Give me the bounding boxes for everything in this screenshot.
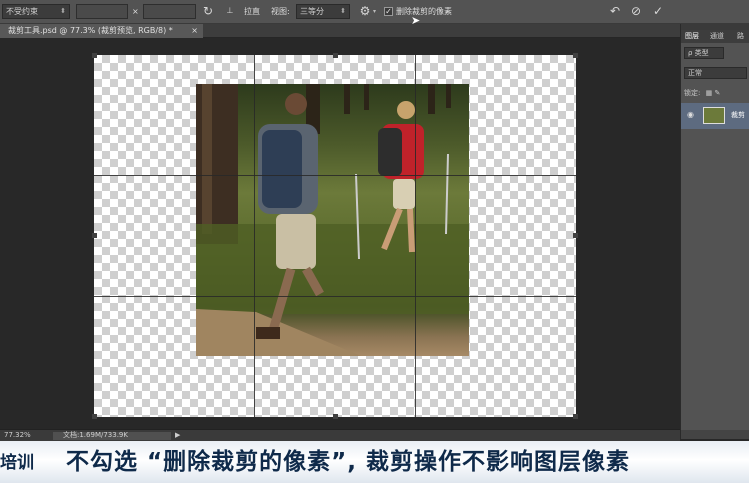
- crop-grid-line: [254, 55, 255, 417]
- hiking-photo-art: [196, 84, 469, 356]
- hiking-photo: [196, 84, 469, 356]
- crop-handle-left[interactable]: [92, 233, 97, 238]
- caption-text: 不勾选 “删除裁剪的像素”, 裁剪操作不影响图层像素: [66, 449, 630, 475]
- chevron-down-icon: ⬍: [340, 7, 346, 15]
- kind-filter-value: ρ 类型: [688, 49, 709, 57]
- lock-row: 锁定: ▦ ✎: [684, 87, 720, 99]
- crop-handle-right[interactable]: [573, 233, 578, 238]
- gear-dropdown-icon[interactable]: ▾: [373, 8, 376, 15]
- visibility-eye-icon[interactable]: ◉: [687, 110, 694, 119]
- lock-paint-icon[interactable]: ✎: [714, 89, 720, 97]
- crop-handle-bottom-right[interactable]: [573, 414, 578, 419]
- status-menu-arrow-icon[interactable]: ▶: [175, 430, 180, 441]
- zoom-level[interactable]: 77.32%: [4, 430, 31, 441]
- crop-grid-line: [94, 175, 576, 176]
- tab-paths[interactable]: 路: [737, 30, 744, 43]
- panel-tabs: 图层 通道 路: [681, 30, 749, 43]
- times-sign: ×: [132, 7, 139, 16]
- view-select[interactable]: 三等分 ⬍: [296, 4, 350, 19]
- crop-handle-top-right[interactable]: [573, 53, 578, 58]
- panel-footer: [681, 430, 749, 439]
- undo-icon[interactable]: ↶: [607, 3, 623, 19]
- view-label: 视图:: [271, 7, 290, 16]
- layer-row[interactable]: ◉ 裁剪: [681, 103, 749, 129]
- document-tab[interactable]: 裁剪工具.psd @ 77.3% (裁剪预览, RGB/8) * ×: [0, 24, 203, 38]
- tutorial-caption-bar: 培训 不勾选 “删除裁剪的像素”, 裁剪操作不影响图层像素: [0, 441, 749, 483]
- delete-cropped-label[interactable]: 删除裁剪的像素: [396, 4, 452, 19]
- doc-info-field: 文档:1.69M/733.9K: [53, 431, 171, 440]
- tab-layers[interactable]: 图层: [685, 30, 699, 43]
- crop-handle-bottom[interactable]: [333, 414, 338, 419]
- commit-icon[interactable]: ✓: [650, 3, 666, 19]
- photoshop-window: 不受约束 ⬍ × ↻ ⊥ 拉直 视图: 三等分 ⬍ ⚙ ▾ ✓ 删除裁剪的像素 …: [0, 0, 749, 483]
- doc-size: 文档:1.69M/733.9K: [63, 431, 128, 439]
- layers-panel: 图层 通道 路 ρ 类型 正常 锁定: ▦ ✎ ◉ 裁剪: [680, 24, 749, 439]
- document-tab-title: 裁剪工具.psd @ 77.3% (裁剪预览, RGB/8) *: [8, 26, 173, 35]
- blend-mode-value: 正常: [688, 69, 702, 77]
- logo-fragment: 培训: [0, 453, 34, 473]
- ratio-select[interactable]: 不受约束 ⬍: [2, 4, 70, 19]
- tab-channels[interactable]: 通道: [710, 30, 724, 43]
- lock-transparent-icon[interactable]: ▦: [706, 89, 713, 97]
- canvas-area[interactable]: [0, 39, 680, 429]
- gear-icon[interactable]: ⚙: [357, 3, 373, 19]
- width-field[interactable]: [76, 4, 128, 19]
- close-icon[interactable]: ×: [191, 24, 198, 38]
- blend-mode-select[interactable]: 正常: [684, 67, 747, 79]
- crop-handle-top-left[interactable]: [92, 53, 97, 58]
- layer-thumbnail: [703, 107, 725, 124]
- straighten-label[interactable]: 拉直: [244, 4, 260, 19]
- ratio-select-value: 不受约束: [6, 7, 38, 16]
- swap-icon[interactable]: ↻: [200, 3, 216, 19]
- layer-name[interactable]: 裁剪: [731, 110, 745, 120]
- crop-handle-bottom-left[interactable]: [92, 414, 97, 419]
- status-bar: 77.32% 文档:1.69M/733.9K ▶: [0, 429, 680, 441]
- height-field[interactable]: [143, 4, 196, 19]
- cancel-icon[interactable]: ⊘: [628, 3, 644, 19]
- delete-cropped-checkbox[interactable]: ✓: [384, 7, 393, 16]
- straighten-icon[interactable]: ⊥: [222, 3, 238, 19]
- options-bar: 不受约束 ⬍ × ↻ ⊥ 拉直 视图: 三等分 ⬍ ⚙ ▾ ✓ 删除裁剪的像素 …: [0, 0, 749, 27]
- document-tab-bar: 裁剪工具.psd @ 77.3% (裁剪预览, RGB/8) * ×: [0, 24, 680, 38]
- lock-label: 锁定:: [684, 89, 701, 97]
- crop-grid-line: [94, 296, 576, 297]
- crop-grid-line: [415, 55, 416, 417]
- kind-filter-select[interactable]: ρ 类型: [684, 47, 724, 59]
- view-select-value: 三等分: [300, 7, 324, 16]
- chevron-down-icon: ⬍: [60, 7, 66, 15]
- crop-handle-top[interactable]: [333, 53, 338, 58]
